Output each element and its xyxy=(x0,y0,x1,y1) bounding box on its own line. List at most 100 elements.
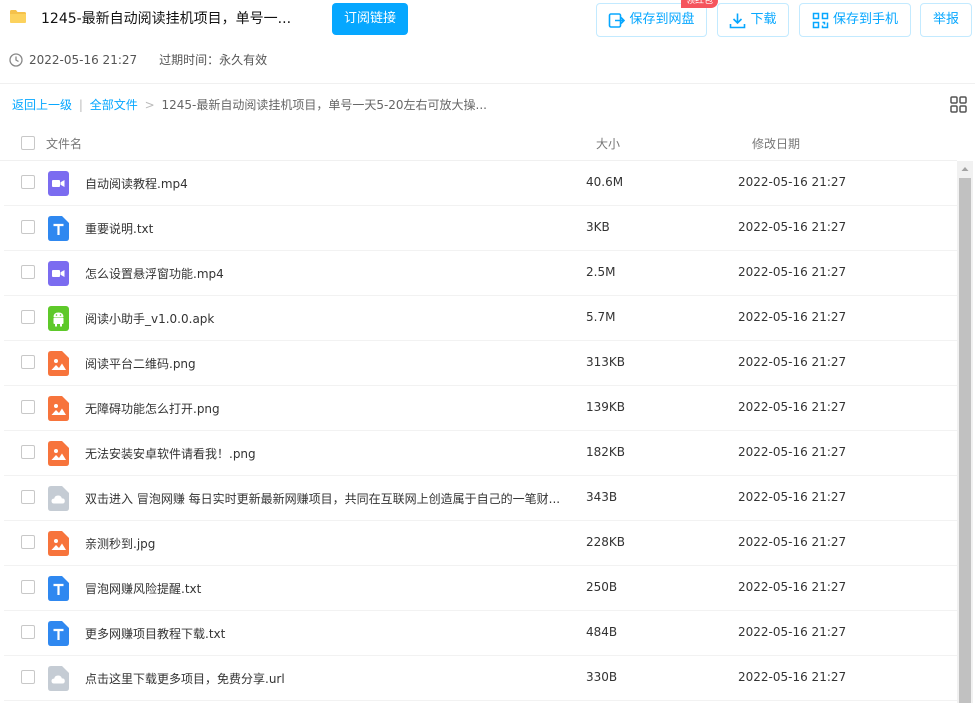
video-file-icon xyxy=(48,171,69,196)
file-row[interactable]: 点击这里下载更多项目，免费分享.url 330B 2022-05-16 21:2… xyxy=(4,656,957,701)
row-checkbox[interactable] xyxy=(21,175,35,189)
download-icon xyxy=(730,13,746,28)
row-checkbox[interactable] xyxy=(21,625,35,639)
row-checkbox[interactable] xyxy=(21,220,35,234)
file-name[interactable]: 亲测秒到.jpg xyxy=(85,535,565,552)
breadcrumb-all-files-link[interactable]: 全部文件 xyxy=(90,98,138,112)
scroll-up-arrow-icon[interactable] xyxy=(957,161,973,177)
report-button[interactable]: 举报 xyxy=(920,3,972,37)
file-size: 343B xyxy=(586,490,618,504)
file-row[interactable]: 冒泡网赚风险提醒.txt 250B 2022-05-16 21:27 xyxy=(4,566,957,611)
row-checkbox[interactable] xyxy=(21,400,35,414)
row-checkbox[interactable] xyxy=(21,310,35,324)
expiry-text: 过期时间：永久有效 xyxy=(159,53,268,67)
report-label: 举报 xyxy=(932,12,959,27)
row-checkbox[interactable] xyxy=(21,445,35,459)
download-button[interactable]: 下载 xyxy=(717,3,789,37)
save-to-phone-label: 保存到手机 xyxy=(832,12,898,27)
save-to-disk-icon xyxy=(609,12,626,28)
save-to-disk-button[interactable]: 保存到网盘 xyxy=(596,3,707,37)
file-name[interactable]: 更多网赚项目教程下载.txt xyxy=(85,625,565,642)
row-checkbox[interactable] xyxy=(21,355,35,369)
file-row[interactable]: 自动阅读教程.mp4 40.6M 2022-05-16 21:27 xyxy=(4,161,957,206)
file-size: 3KB xyxy=(586,220,610,234)
file-size: 5.7M xyxy=(586,310,616,324)
file-date: 2022-05-16 21:27 xyxy=(738,625,847,639)
file-row[interactable]: 更多网赚项目教程下载.txt 484B 2022-05-16 21:27 xyxy=(4,611,957,656)
share-meta: 2022-05-16 21:27 过期时间：永久有效 xyxy=(9,51,267,68)
file-date: 2022-05-16 21:27 xyxy=(738,490,847,504)
created-time: 2022-05-16 21:27 xyxy=(29,52,138,67)
android-file-icon xyxy=(48,306,69,331)
file-name[interactable]: 重要说明.txt xyxy=(85,220,565,237)
select-all-checkbox[interactable] xyxy=(21,136,35,150)
scrollbar-thumb[interactable] xyxy=(959,178,971,703)
file-date: 2022-05-16 21:27 xyxy=(738,355,847,369)
image-file-icon xyxy=(48,441,69,466)
file-date: 2022-05-16 21:27 xyxy=(738,580,847,594)
download-label: 下载 xyxy=(750,12,777,27)
file-row[interactable]: 怎么设置悬浮窗功能.mp4 2.5M 2022-05-16 21:27 xyxy=(4,251,957,296)
image-file-icon xyxy=(48,531,69,556)
breadcrumb-back-link[interactable]: 返回上一级 xyxy=(12,98,72,112)
file-name[interactable]: 阅读平台二维码.png xyxy=(85,355,565,372)
file-row[interactable]: 重要说明.txt 3KB 2022-05-16 21:27 xyxy=(4,206,957,251)
file-size: 313KB xyxy=(586,355,626,369)
folder-icon xyxy=(10,10,26,23)
subscribe-button[interactable]: 订阅链接 xyxy=(332,3,408,35)
file-size: 40.6M xyxy=(586,175,624,189)
qr-code-icon xyxy=(812,12,829,28)
file-date: 2022-05-16 21:27 xyxy=(738,265,847,279)
file-name[interactable]: 冒泡网赚风险提醒.txt xyxy=(85,580,565,597)
file-name[interactable]: 无障碍功能怎么打开.png xyxy=(85,400,565,417)
scrollbar[interactable] xyxy=(957,161,973,703)
file-name[interactable]: 点击这里下载更多项目，免费分享.url xyxy=(85,670,565,687)
link-file-icon xyxy=(48,486,69,511)
breadcrumb-current: 1245-最新自动阅读挂机项目，单号一天5-20左右可放大操... xyxy=(161,98,488,112)
file-name[interactable]: 自动阅读教程.mp4 xyxy=(85,175,565,192)
file-size: 484B xyxy=(586,625,618,639)
text-file-icon xyxy=(48,576,69,601)
breadcrumb: 返回上一级 | 全部文件 > 1245-最新自动阅读挂机项目，单号一天5-20左… xyxy=(12,96,487,113)
file-list-header: 文件名 大小 修改日期 xyxy=(0,124,957,161)
file-size: 2.5M xyxy=(586,265,616,279)
clock-icon xyxy=(9,52,23,67)
file-row[interactable]: 无障碍功能怎么打开.png 139KB 2022-05-16 21:27 xyxy=(4,386,957,431)
video-file-icon xyxy=(48,261,69,286)
link-file-icon xyxy=(48,666,69,691)
file-row[interactable]: 亲测秒到.jpg 228KB 2022-05-16 21:27 xyxy=(4,521,957,566)
file-row[interactable]: 阅读平台二维码.png 313KB 2022-05-16 21:27 xyxy=(4,341,957,386)
file-date: 2022-05-16 21:27 xyxy=(738,400,847,414)
row-checkbox[interactable] xyxy=(21,265,35,279)
file-size: 330B xyxy=(586,670,618,684)
row-checkbox[interactable] xyxy=(21,535,35,549)
breadcrumb-separator: > xyxy=(144,98,155,112)
row-checkbox[interactable] xyxy=(21,490,35,504)
save-to-disk-label: 保存到网盘 xyxy=(629,12,695,27)
file-row[interactable]: 无法安装安卓软件请看我！.png 182KB 2022-05-16 21:27 xyxy=(4,431,957,476)
file-row[interactable]: 双击进入 冒泡网赚 每日实时更新最新网赚项目，共同在互联网上创造属于自己的一笔财… xyxy=(4,476,957,521)
column-name-header[interactable]: 文件名 xyxy=(46,135,82,152)
text-file-icon xyxy=(48,216,69,241)
file-row[interactable]: 阅读小助手_v1.0.0.apk 5.7M 2022-05-16 21:27 xyxy=(4,296,957,341)
column-date-header[interactable]: 修改日期 xyxy=(752,135,800,152)
breadcrumb-divider: | xyxy=(78,98,83,112)
file-size: 182KB xyxy=(586,445,626,459)
file-list: 自动阅读教程.mp4 40.6M 2022-05-16 21:27 重要说明.t… xyxy=(4,161,957,701)
file-name[interactable]: 双击进入 冒泡网赚 每日实时更新最新网赚项目，共同在互联网上创造属于自己的一笔财… xyxy=(85,490,565,507)
file-size: 139KB xyxy=(586,400,626,414)
grid-view-icon[interactable] xyxy=(950,96,967,113)
file-name[interactable]: 无法安装安卓软件请看我！.png xyxy=(85,445,565,462)
file-name[interactable]: 怎么设置悬浮窗功能.mp4 xyxy=(85,265,565,282)
file-date: 2022-05-16 21:27 xyxy=(738,535,847,549)
file-date: 2022-05-16 21:27 xyxy=(738,175,847,189)
save-to-phone-button[interactable]: 保存到手机 xyxy=(799,3,911,37)
file-date: 2022-05-16 21:27 xyxy=(738,445,847,459)
file-size: 250B xyxy=(586,580,618,594)
row-checkbox[interactable] xyxy=(21,670,35,684)
file-name[interactable]: 阅读小助手_v1.0.0.apk xyxy=(85,310,565,327)
share-header: 1245-最新自动阅读挂机项目，单号一... 订阅链接 保存到网盘 领红包 下载… xyxy=(0,0,975,84)
row-checkbox[interactable] xyxy=(21,580,35,594)
image-file-icon xyxy=(48,396,69,421)
column-size-header[interactable]: 大小 xyxy=(596,135,620,152)
